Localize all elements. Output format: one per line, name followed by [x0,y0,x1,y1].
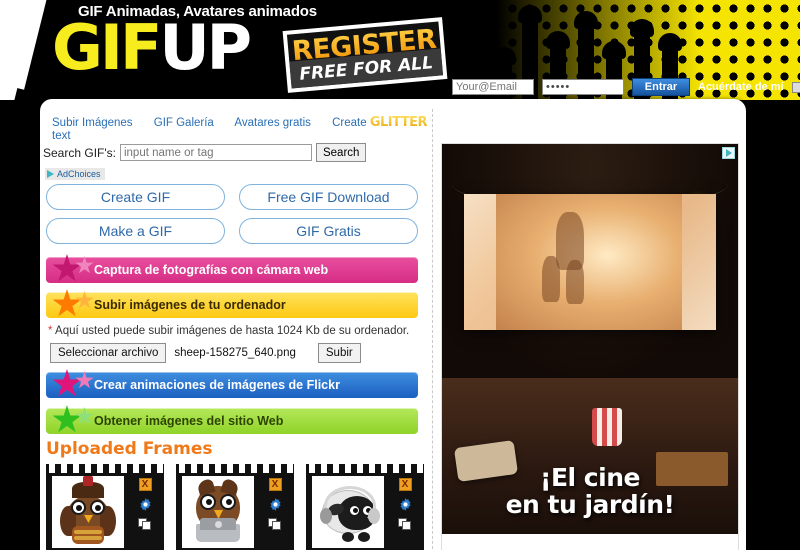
frame-actions: X [398,478,412,531]
ad-headline-line-1: ¡El cine [540,463,640,492]
copy-frame-icon[interactable] [398,518,412,531]
film-perforations-top [306,464,424,473]
ad-projected-movie [496,194,682,330]
ad-image-outdoor-cinema: ¡El cine en tu jardín! [442,144,738,534]
settings-gear-icon[interactable] [269,498,282,511]
film-perforations-top [176,464,294,473]
frame-actions: X [138,478,152,531]
selected-file-name: sheep-158275_640.png [174,347,296,359]
frame-thumbnail-owl-chef[interactable] [52,476,124,548]
ad-caption-area [442,534,738,550]
logo-up-text: UP [159,11,252,84]
email-field[interactable] [452,79,534,95]
upload-hint-asterisk: * [48,325,53,337]
register-free-sign[interactable]: REGISTER FREE FOR ALL [282,17,448,93]
search-input[interactable] [119,144,312,161]
main-content-panel: Subir Imágenes GIF Galería Avatares grat… [40,99,746,550]
left-column: Subir Imágenes GIF Galería Avatares grat… [40,99,432,550]
file-upload-row: Seleccionar archivo sheep-158275_640.png… [50,343,361,363]
glitter-word: GLITTER [369,115,428,130]
ad-projection-screen [464,194,716,330]
section-bar-upload[interactable]: Subir imágenes de tu ordenador [46,289,418,318]
uploaded-frames-list: X X X [46,464,424,550]
upload-submit-button[interactable]: Subir [317,343,361,363]
site-banner: GIF Animadas, Avatares animados GIFUP RE… [0,0,800,100]
frame-thumbnail-owl-laptop[interactable] [182,476,254,548]
frame-item[interactable]: X [176,464,294,550]
primary-nav: Subir Imágenes GIF Galería Avatares grat… [52,115,432,142]
ad-button-gif-gratis[interactable]: GIF Gratis [239,218,418,244]
glitter-suffix: text [52,130,71,142]
frame-actions: X [268,478,282,531]
ad-headline: ¡El cine en tu jardín! [442,464,738,518]
copy-frame-icon[interactable] [138,518,152,531]
film-perforations-top [46,464,164,473]
upload-hint-text: Aquí usted puede subir imágenes de hasta… [55,325,410,337]
delete-frame-icon[interactable]: X [138,478,152,491]
star-pair-icon [52,403,96,437]
logo-gif-text: GIF [52,11,162,84]
ad-button-create-gif[interactable]: Create GIF [46,184,225,210]
search-bar: Search GIF's: Search [43,143,367,162]
ad-headline-line-2: en tu jardín! [505,490,675,519]
login-bar: Entrar Acuérdate de mí [452,78,800,96]
ad-button-grid: Create GIF Free GIF Download Make a GIF … [46,184,418,244]
remember-me-label: Acuérdate de mí [698,81,784,93]
ad-button-free-gif-download[interactable]: Free GIF Download [239,184,418,210]
adchoices-label: AdChoices [57,169,101,179]
site-logo[interactable]: GIFUP [52,17,252,79]
nav-item-avatares-gratis[interactable]: Avatares gratis [234,117,311,129]
section-bar-webcam-label: Captura de fotografías con cámara web [94,263,329,277]
right-column: ¡El cine en tu jardín! [433,99,746,550]
ad-adchoices-icon[interactable] [722,147,735,159]
star-pair-icon [52,287,96,321]
section-bar-webcam[interactable]: Captura de fotografías con cámara web [46,254,418,283]
nav-item-subir-imagenes[interactable]: Subir Imágenes [52,117,133,129]
frame-item[interactable]: X [306,464,424,550]
upload-hint: * Aquí usted puede subir imágenes de has… [48,325,409,337]
star-pair-icon [52,367,96,401]
section-bar-flickr[interactable]: Crear animaciones de imágenes de Flickr [46,369,418,398]
section-bar-website[interactable]: Obtener imágenes del sitio Web [46,405,418,434]
frame-thumbnail-sheep-headphones[interactable] [312,476,384,548]
delete-frame-icon[interactable]: X [398,478,412,491]
settings-gear-icon[interactable] [399,498,412,511]
login-submit-button[interactable]: Entrar [632,78,690,96]
remember-me-checkbox[interactable] [791,81,800,93]
password-field[interactable] [542,79,624,95]
page-root: GIF Animadas, Avatares animados GIFUP RE… [0,0,800,550]
search-label: Search GIF's: [43,145,116,160]
frame-item[interactable]: X [46,464,164,550]
adchoices-triangle-icon [47,170,54,178]
search-button[interactable]: Search [315,143,367,162]
ad-button-make-a-gif[interactable]: Make a GIF [46,218,225,244]
settings-gear-icon[interactable] [139,498,152,511]
section-bar-flickr-label: Crear animaciones de imágenes de Flickr [94,378,340,392]
delete-frame-icon[interactable]: X [268,478,282,491]
choose-file-button[interactable]: Seleccionar archivo [50,343,167,363]
section-bar-upload-label: Subir imágenes de tu ordenador [94,298,286,312]
star-pair-icon [52,252,96,286]
section-bar-website-label: Obtener imágenes del sitio Web [94,414,284,428]
advertisement-banner[interactable]: ¡El cine en tu jardín! [441,143,739,550]
uploaded-frames-title: Uploaded Frames [46,439,213,459]
nav-item-gif-galeria[interactable]: GIF Galería [154,117,214,129]
adchoices-badge[interactable]: AdChoices [45,168,105,180]
glitter-prefix: Create [332,117,367,129]
copy-frame-icon[interactable] [268,518,282,531]
